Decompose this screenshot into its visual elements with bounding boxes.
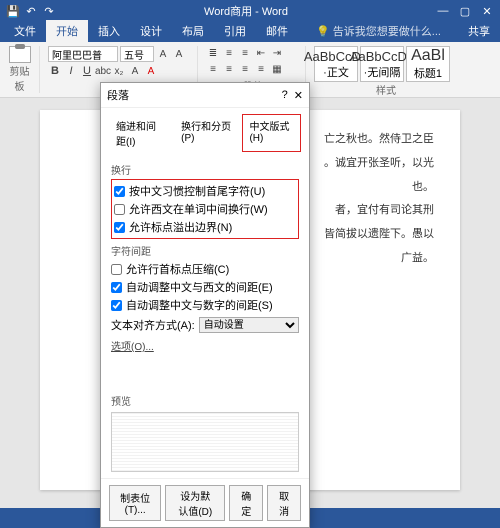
dialog-help-icon[interactable]: ? [282,89,288,102]
chk-punct-overflow[interactable]: 允许标点溢出边界(N) [114,218,296,236]
italic-icon[interactable]: I [64,64,78,78]
multilevel-icon[interactable]: ≡ [238,46,252,60]
preview-box [111,412,299,472]
indent-inc-icon[interactable]: ⇥ [270,46,284,60]
section-wrap: 换行 [111,162,299,177]
bold-icon[interactable]: B [48,64,62,78]
tab-ref[interactable]: 引用 [214,20,256,42]
set-default-button[interactable]: 设为默认值(D) [165,485,225,521]
justify-icon[interactable]: ≡ [254,62,268,76]
paragraph-dialog: 段落 ? ✕ 缩进和间距(I) 换行和分页(P) 中文版式(H) 换行 按中文习… [100,82,310,528]
style-h1[interactable]: AaBl标题1 [406,46,450,82]
chk-cn-num-space[interactable]: 自动调整中文与数字的间距(S) [111,296,299,314]
align-label: 文本对齐方式(A): [111,317,195,333]
dlg-tab-chinese[interactable]: 中文版式(H) [242,114,301,152]
chk-first-last[interactable]: 按中文习惯控制首尾字符(U) [114,182,296,200]
section-spacing: 字符间距 [111,243,299,258]
highlight-icon[interactable]: A [128,64,142,78]
section-preview: 预览 [111,393,299,408]
tab-design[interactable]: 设计 [130,20,172,42]
style-group-label: 样式 [314,82,458,97]
strike-icon[interactable]: abc [96,64,110,78]
tab-insert[interactable]: 插入 [88,20,130,42]
save-icon[interactable]: 💾 [6,4,20,18]
bullets-icon[interactable]: ≣ [206,46,220,60]
sub-icon[interactable]: x₂ [112,64,126,78]
dialog-title: 段落 [107,87,129,103]
underline-icon[interactable]: U [80,64,94,78]
chk-cn-en-space[interactable]: 自动调整中文与西文的间距(E) [111,278,299,296]
tab-layout[interactable]: 布局 [172,20,214,42]
ok-button[interactable]: 确定 [229,485,263,521]
shrink-font-icon[interactable]: A [172,47,186,61]
align-select[interactable]: 自动设置 [199,317,299,333]
maximize-icon[interactable]: ▢ [458,5,472,18]
paste-icon[interactable] [9,46,31,63]
shading-icon[interactable]: ▦ [270,62,284,76]
align-left-icon[interactable]: ≡ [206,62,220,76]
close-icon[interactable]: ✕ [480,5,494,18]
share-button[interactable]: 共享 [458,20,500,42]
grow-font-icon[interactable]: A [156,47,170,61]
numbering-icon[interactable]: ≡ [222,46,236,60]
minimize-icon[interactable]: — [436,5,450,18]
undo-icon[interactable]: ↶ [24,4,38,18]
dlg-tab-linebreak[interactable]: 换行和分页(P) [174,114,240,152]
font-color-icon[interactable]: A [144,64,158,78]
dlg-tab-indent[interactable]: 缩进和间距(I) [109,114,172,152]
dialog-close-icon[interactable]: ✕ [294,89,303,102]
tab-mail[interactable]: 邮件 [256,20,298,42]
clipboard-label: 剪贴板 [6,63,33,93]
tab-file[interactable]: 文件 [4,20,46,42]
indent-dec-icon[interactable]: ⇤ [254,46,268,60]
options-link[interactable]: 选项(O)... [111,338,154,353]
window-title: Word商用 - Word [56,3,436,19]
cancel-button[interactable]: 取消 [267,485,301,521]
redo-icon[interactable]: ↷ [42,4,56,18]
chk-latin-wrap[interactable]: 允许西文在单词中间换行(W) [114,200,296,218]
tell-me[interactable]: 💡 告诉我您想要做什么... [306,20,451,42]
align-center-icon[interactable]: ≡ [222,62,236,76]
style-nospace[interactable]: AaBbCcDd·无间隔 [360,46,404,82]
tabstops-button[interactable]: 制表位(T)... [109,485,161,521]
font-name[interactable]: 阿里巴巴普 [48,46,118,62]
align-right-icon[interactable]: ≡ [238,62,252,76]
chk-compress[interactable]: 允许行首标点压缩(C) [111,260,299,278]
tab-home[interactable]: 开始 [46,20,88,42]
font-size[interactable]: 五号 [120,46,154,62]
